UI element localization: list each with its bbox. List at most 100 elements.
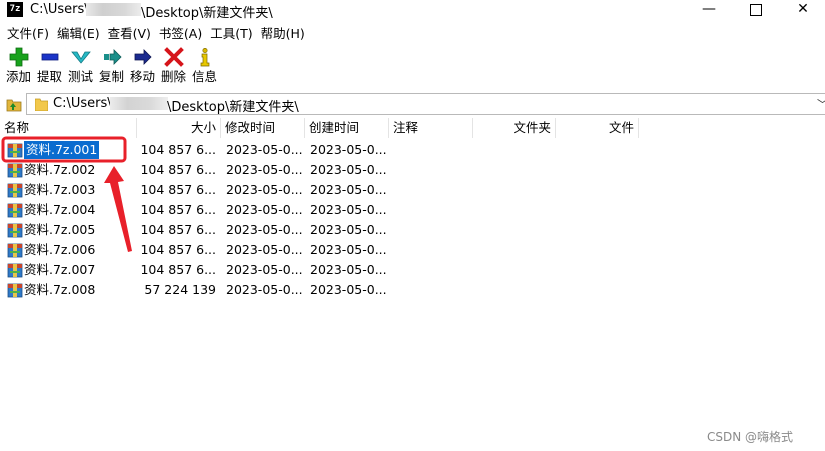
file-row[interactable]: 资料.7z.003 104 857 6... 2023-05-0... 2023-05… [0,180,640,200]
file-created: 2023-05-0... [310,202,387,217]
column-created[interactable]: 创建时间 [305,118,389,138]
delete-label: 删除 [160,69,186,84]
file-size: 57 224 139 [144,282,216,297]
copy-button[interactable]: 复制 [96,47,127,89]
file-row[interactable]: 资料.7z.005 104 857 6... 2023-05-0... 2023-05… [0,220,640,240]
window-title-suffix: \Desktop\新建文件夹\ [141,6,273,21]
file-created: 2023-05-0... [310,262,387,277]
add-label: 添加 [5,69,31,84]
menu-view[interactable]: 查看(V) [104,24,155,43]
test-button[interactable]: 测试 [65,47,96,89]
archive-icon [7,183,23,198]
file-created: 2023-05-0... [310,182,387,197]
move-button[interactable]: 移动 [127,47,158,89]
menu-edit[interactable]: 编辑(E) [53,24,104,43]
info-button[interactable]: 信息 [189,47,220,89]
address-path-prefix: C:\Users\ [53,96,112,111]
extract-icon [41,53,58,61]
file-size: 104 857 6... [140,162,216,177]
address-path-suffix: \Desktop\新建文件夹\ [167,100,299,115]
file-created: 2023-05-0... [310,282,387,297]
file-size: 104 857 6... [140,262,216,277]
menu-tools[interactable]: 工具(T) [206,24,256,43]
file-row[interactable]: 资料.7z.002 104 857 6... 2023-05-0... 2023-05… [0,160,640,180]
file-modified: 2023-05-0... [226,282,303,297]
address-input[interactable]: C:\Users\ \Desktop\新建文件夹\ ﹀ [26,93,825,115]
window-title-prefix: C:\Users\ [30,2,89,17]
extract-button[interactable]: 提取 [34,47,65,89]
file-modified: 2023-05-0... [226,222,303,237]
close-button[interactable]: ✕ [780,0,825,21]
title-bar: 7z C:\Users\ \Desktop\新建文件夹\ — ✕ [0,0,825,21]
toolbar: 添加 提取 测试 复制 移动 删除 信息 [3,47,220,89]
file-name: 资料.7z.004 [24,202,96,217]
extract-label: 提取 [36,69,62,84]
delete-icon [163,47,184,67]
add-button[interactable]: 添加 [3,47,34,89]
column-folders[interactable]: 文件夹 [473,118,556,138]
menu-file[interactable]: 文件(F) [0,24,53,43]
file-modified: 2023-05-0... [226,142,303,157]
test-icon [70,51,91,64]
file-row[interactable]: 资料.7z.007 104 857 6... 2023-05-0... 2023-05… [0,260,640,280]
maximize-icon [750,4,762,16]
file-row[interactable]: 资料.7z.004 104 857 6... 2023-05-0... 2023-05… [0,200,640,220]
maximize-button[interactable] [733,0,779,21]
column-comment[interactable]: 注释 [389,118,473,138]
file-size: 104 857 6... [140,222,216,237]
file-size: 104 857 6... [140,142,216,157]
archive-icon [7,203,23,218]
column-name[interactable]: 名称 [0,118,137,138]
file-size: 104 857 6... [140,242,216,257]
file-size: 104 857 6... [140,202,216,217]
column-files[interactable]: 文件 [556,118,639,138]
archive-icon [7,163,23,178]
file-name: 资料.7z.005 [24,222,96,237]
file-modified: 2023-05-0... [226,182,303,197]
file-name: 资料.7z.001 [24,141,100,159]
file-name: 资料.7z.002 [24,162,96,177]
file-created: 2023-05-0... [310,222,387,237]
7zip-app-icon: 7z [7,2,23,17]
chevron-down-icon[interactable]: ﹀ [817,96,825,112]
file-modified: 2023-05-0... [226,162,303,177]
menu-bar: 文件(F) 编辑(E) 查看(V) 书签(A) 工具(T) 帮助(H) [0,24,309,43]
menu-help[interactable]: 帮助(H) [257,24,309,43]
up-folder-icon[interactable] [6,96,22,112]
delete-button[interactable]: 删除 [158,47,189,89]
folder-icon [35,98,48,111]
file-list: 名称 大小 修改时间 创建时间 注释 文件夹 文件 资料.7z.001 104 8… [0,118,825,451]
copy-icon [103,49,122,65]
file-size: 104 857 6... [140,182,216,197]
copy-label: 复制 [98,69,124,84]
test-label: 测试 [67,69,93,84]
menu-bookmarks[interactable]: 书签(A) [155,24,206,43]
file-modified: 2023-05-0... [226,242,303,257]
address-bar: C:\Users\ \Desktop\新建文件夹\ ﹀ [0,93,825,115]
file-name: 资料.7z.007 [24,262,96,277]
file-created: 2023-05-0... [310,142,387,157]
file-row[interactable]: 资料.7z.006 104 857 6... 2023-05-0... 2023-05… [0,240,640,260]
minimize-icon: — [702,1,716,17]
column-modified[interactable]: 修改时间 [221,118,305,138]
file-row[interactable]: 资料.7z.001 104 857 6... 2023-05-0... 2023-05… [0,140,640,160]
move-label: 移动 [129,69,155,84]
file-row[interactable]: 资料.7z.008 57 224 139 2023-05-0... 2023-05-0… [0,280,640,300]
file-name: 资料.7z.008 [24,282,96,297]
add-icon [9,47,28,67]
column-size[interactable]: 大小 [137,118,221,138]
info-label: 信息 [191,69,217,84]
minimize-button[interactable]: — [686,0,732,21]
watermark: CSDN @嗨格式 [707,430,794,444]
redacted-username [110,97,168,110]
archive-icon [7,143,23,158]
archive-icon [7,223,23,238]
file-created: 2023-05-0... [310,162,387,177]
file-created: 2023-05-0... [310,242,387,257]
info-icon [200,47,209,67]
archive-icon [7,243,23,258]
archive-icon [7,263,23,278]
file-name: 资料.7z.003 [24,182,96,197]
archive-icon [7,283,23,298]
file-modified: 2023-05-0... [226,262,303,277]
